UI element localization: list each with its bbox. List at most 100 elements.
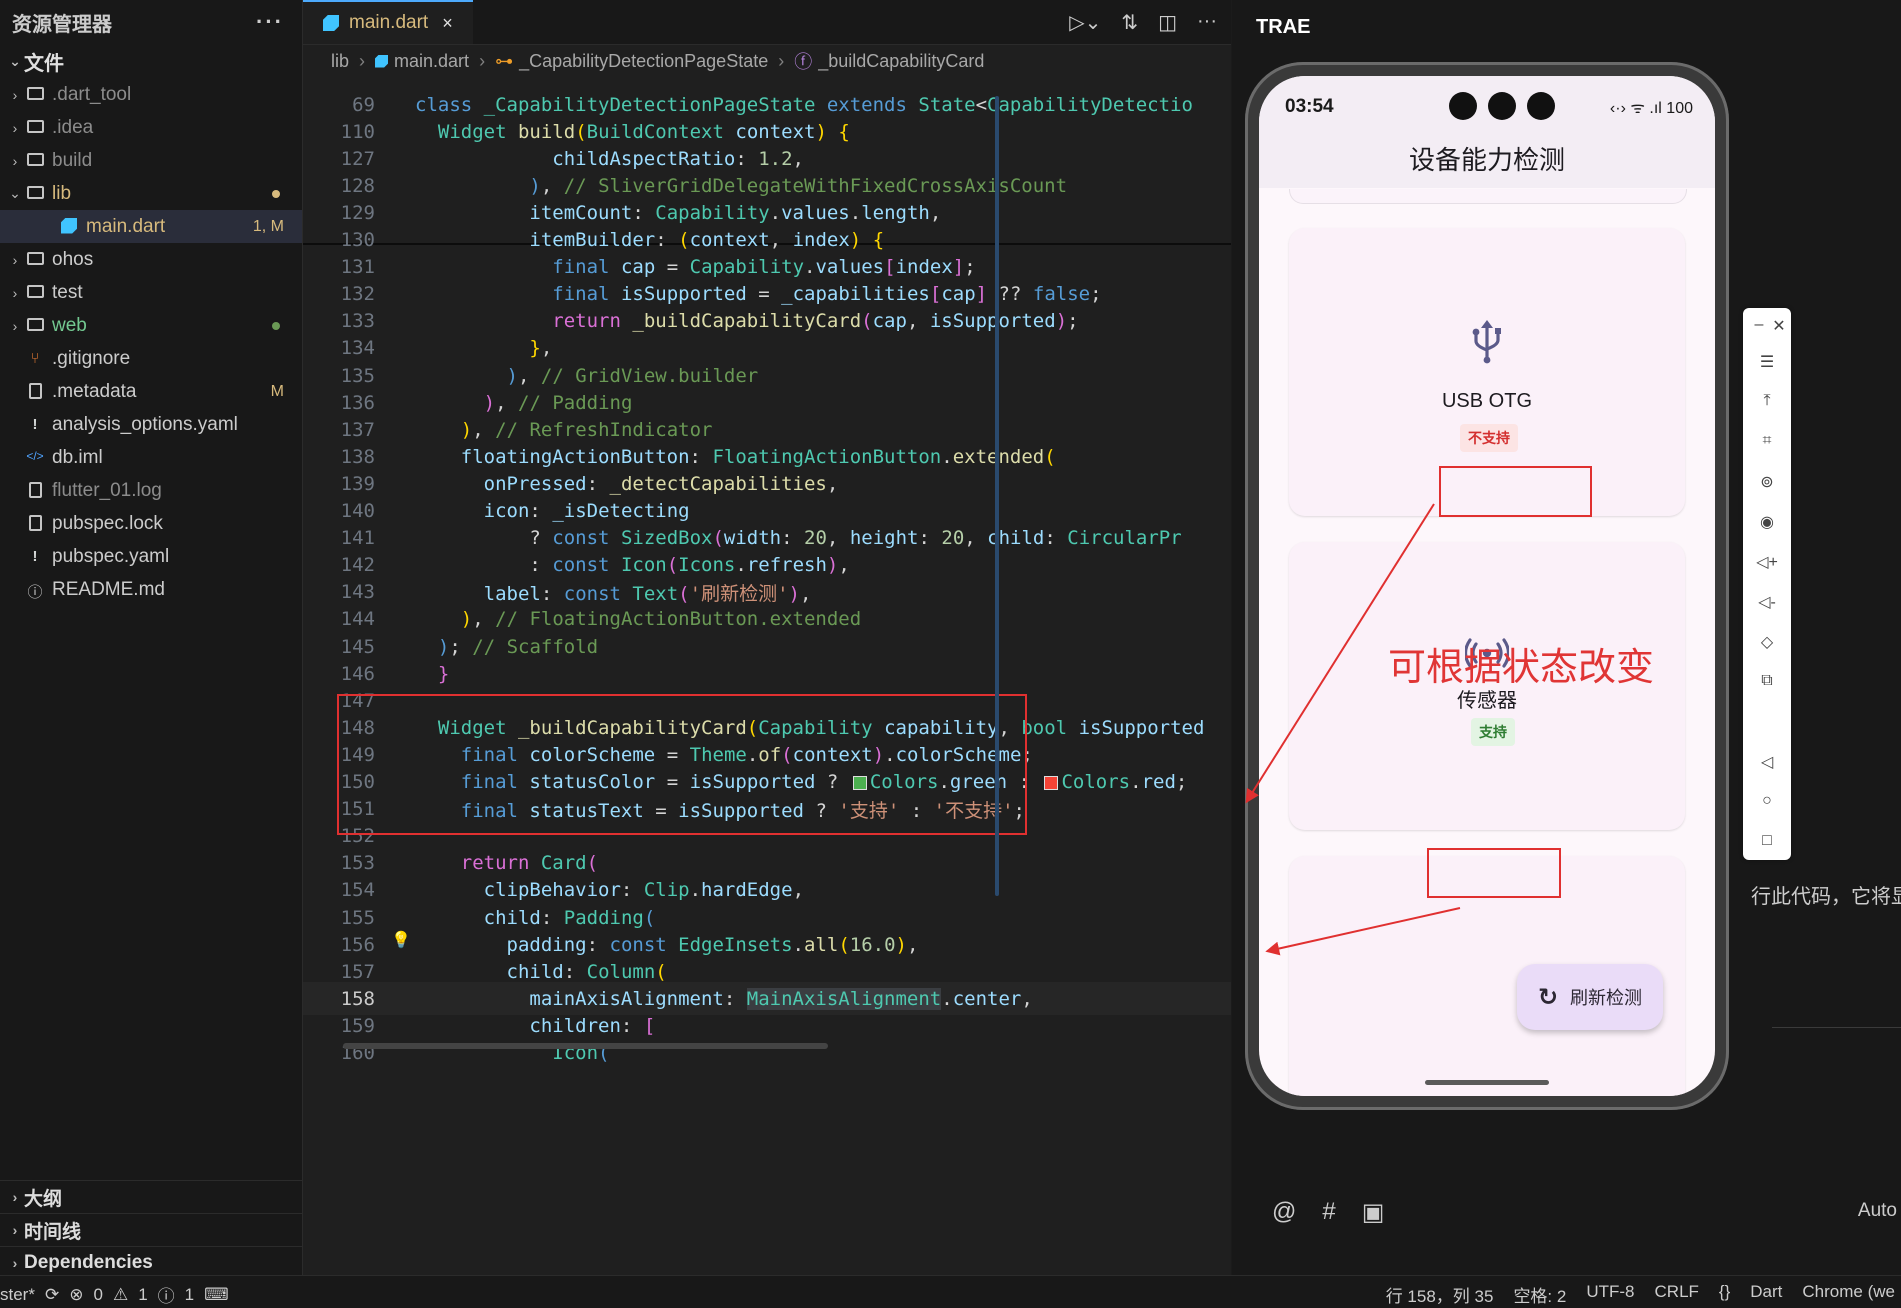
more-actions-icon[interactable]: ··· bbox=[256, 9, 284, 35]
recents-icon[interactable]: □ bbox=[1743, 832, 1791, 850]
outline-section[interactable]: › 大纲 bbox=[0, 1180, 302, 1213]
chevron-right-icon: › bbox=[479, 50, 486, 71]
code-line[interactable]: 160 Icon( bbox=[303, 1037, 1231, 1070]
volume-down-icon[interactable]: ◁- bbox=[1743, 592, 1791, 612]
menu-icon[interactable]: ☰ bbox=[1743, 352, 1791, 372]
close-icon[interactable]: ✕ bbox=[1767, 316, 1791, 336]
tree-item[interactable]: › .dart_tool bbox=[0, 78, 302, 111]
screenshot-icon[interactable]: ◉ bbox=[1743, 512, 1791, 532]
timeline-section[interactable]: › 时间线 bbox=[0, 1213, 302, 1246]
panel-title: TRAE bbox=[1256, 16, 1311, 38]
phone-time: 03:54 bbox=[1285, 96, 1334, 117]
code-file-icon: </> bbox=[26, 448, 44, 463]
back-icon[interactable]: ◁ bbox=[1743, 752, 1791, 772]
model-selector[interactable]: Auto bbox=[1858, 1200, 1897, 1222]
line-number: 154 bbox=[340, 879, 375, 902]
camera-dot bbox=[1488, 92, 1516, 120]
line-number: 138 bbox=[340, 445, 375, 468]
language-mode[interactable]: Dart bbox=[1750, 1282, 1782, 1307]
breadcrumb-item[interactable]: _CapabilityDetectionPageState bbox=[519, 51, 768, 72]
error-icon: ⊗ bbox=[69, 1284, 84, 1304]
image-icon[interactable]: ▣ bbox=[1362, 1198, 1385, 1227]
breadcrumb-item[interactable]: main.dart bbox=[394, 51, 469, 72]
pin-top-icon[interactable]: ⤒ bbox=[1743, 392, 1791, 410]
error-count[interactable]: 0 bbox=[93, 1285, 102, 1305]
tree-item[interactable]: pubspec.lock bbox=[0, 507, 302, 540]
split-editor-icon[interactable]: ◫ bbox=[1158, 10, 1177, 35]
tree-item[interactable]: ! analysis_options.yaml bbox=[0, 408, 302, 441]
source-control-compare-icon[interactable]: ⇅ bbox=[1121, 10, 1138, 35]
highlight-box-unsupported bbox=[1439, 466, 1592, 517]
code-text: ), // RefreshIndicator bbox=[460, 418, 713, 441]
encoding[interactable]: UTF-8 bbox=[1586, 1282, 1634, 1307]
code-text: label: const Text('刷新检测'), bbox=[483, 582, 812, 605]
indentation[interactable]: 空格: 2 bbox=[1513, 1282, 1566, 1307]
keyboard-icon[interactable]: ⌨ bbox=[204, 1285, 229, 1305]
crop-icon[interactable]: ⌗ bbox=[1743, 432, 1791, 450]
breadcrumb-item[interactable]: _buildCapabilityCard bbox=[818, 51, 984, 72]
git-branch[interactable]: ster* bbox=[0, 1285, 35, 1305]
refresh-detect-button[interactable]: ↻ 刷新检测 bbox=[1517, 964, 1663, 1030]
more-actions-icon[interactable]: ··· bbox=[1197, 10, 1217, 35]
tab-main-dart[interactable]: main.dart × bbox=[303, 0, 473, 44]
editor-actions: ▷⌄ ⇅ ◫ ··· bbox=[1069, 10, 1217, 35]
lightbulb-icon[interactable]: 💡 bbox=[391, 930, 411, 949]
yaml-icon: ! bbox=[32, 547, 38, 565]
folder-icon bbox=[24, 284, 46, 302]
erase-icon[interactable]: ◇ bbox=[1743, 632, 1791, 652]
tree-item[interactable]: flutter_01.log bbox=[0, 474, 302, 507]
line-ending[interactable]: CRLF bbox=[1655, 1282, 1699, 1307]
tree-item-label: main.dart bbox=[86, 215, 166, 237]
hashtag-icon[interactable]: # bbox=[1322, 1198, 1335, 1227]
tree-item[interactable]: › build bbox=[0, 144, 302, 177]
explorer-panel: 资源管理器 ··· ⌄ 文件 › .dart_tool › .idea › build ⌄ l… bbox=[0, 0, 303, 1275]
git-status-dot bbox=[272, 189, 280, 198]
mention-icon[interactable]: @ bbox=[1272, 1198, 1296, 1227]
sync-icon[interactable]: ⟳ bbox=[45, 1285, 59, 1305]
tree-item[interactable]: › web bbox=[0, 309, 302, 342]
vertical-scrollbar[interactable] bbox=[995, 96, 999, 896]
braces-icon[interactable]: {} bbox=[1719, 1282, 1730, 1307]
code-text: ), // SliverGridDelegateWithFixedCrossAx… bbox=[529, 174, 1068, 197]
run-debug-icon[interactable]: ▷⌄ bbox=[1069, 10, 1101, 35]
volume-up-icon[interactable]: ◁+ bbox=[1743, 552, 1791, 572]
target-device[interactable]: Chrome (we bbox=[1802, 1282, 1895, 1307]
method-symbol-icon: ⓕ bbox=[794, 52, 813, 72]
code-text: }, bbox=[529, 337, 553, 360]
home-icon[interactable]: ○ bbox=[1743, 792, 1791, 810]
rotate-icon[interactable]: ⊚ bbox=[1743, 472, 1791, 492]
explorer-header: 资源管理器 ··· bbox=[0, 0, 302, 44]
info-count[interactable]: 1 bbox=[185, 1285, 194, 1305]
status-icons: ‹·› ᯤ .ıl 100 bbox=[1609, 100, 1693, 117]
tree-item[interactable]: › ohos bbox=[0, 243, 302, 276]
files-section-header[interactable]: ⌄ 文件 bbox=[0, 44, 302, 78]
warning-count[interactable]: 1 bbox=[138, 1285, 147, 1305]
code-text: ), // Padding bbox=[483, 391, 633, 414]
cursor-position[interactable]: 行 158，列 35 bbox=[1386, 1282, 1494, 1307]
file-icon bbox=[24, 481, 46, 500]
tree-item[interactable]: .metadata M bbox=[0, 375, 302, 408]
line-number: 128 bbox=[340, 174, 375, 197]
phone-screen: 03:54 ‹·› ᯤ .ıl 100 设备能力检测 USB OTG 不支持 传… bbox=[1259, 76, 1715, 1096]
close-icon[interactable]: × bbox=[442, 13, 453, 34]
horizontal-scrollbar[interactable] bbox=[343, 1043, 828, 1049]
tree-item[interactable]: ⌄ lib bbox=[0, 177, 302, 210]
code-area[interactable]: 69 class _CapabilityDetectionPageState ex… bbox=[303, 88, 1231, 1275]
home-indicator[interactable] bbox=[1425, 1080, 1549, 1085]
tree-item[interactable]: › test bbox=[0, 276, 302, 309]
chevron-down-icon: ⌄ bbox=[9, 52, 21, 69]
camera-dot bbox=[1449, 92, 1477, 120]
line-number: 141 bbox=[340, 527, 375, 550]
tree-item[interactable]: ⓘ README.md bbox=[0, 573, 302, 606]
tree-item-label: .metadata bbox=[52, 380, 137, 402]
copy-icon[interactable]: ⧉ bbox=[1743, 672, 1791, 690]
code-text: childAspectRatio: 1.2, bbox=[552, 147, 804, 170]
tree-item[interactable]: ! pubspec.yaml bbox=[0, 540, 302, 573]
breadcrumb-item[interactable]: lib bbox=[331, 51, 349, 72]
capability-card-partial bbox=[1289, 189, 1687, 204]
tree-item[interactable]: ⑂ .gitignore bbox=[0, 342, 302, 375]
line-number: 136 bbox=[340, 391, 375, 414]
tree-item[interactable]: </> db.iml bbox=[0, 441, 302, 474]
tree-item[interactable]: › .idea bbox=[0, 111, 302, 144]
tree-item[interactable]: main.dart 1, M bbox=[0, 210, 302, 243]
